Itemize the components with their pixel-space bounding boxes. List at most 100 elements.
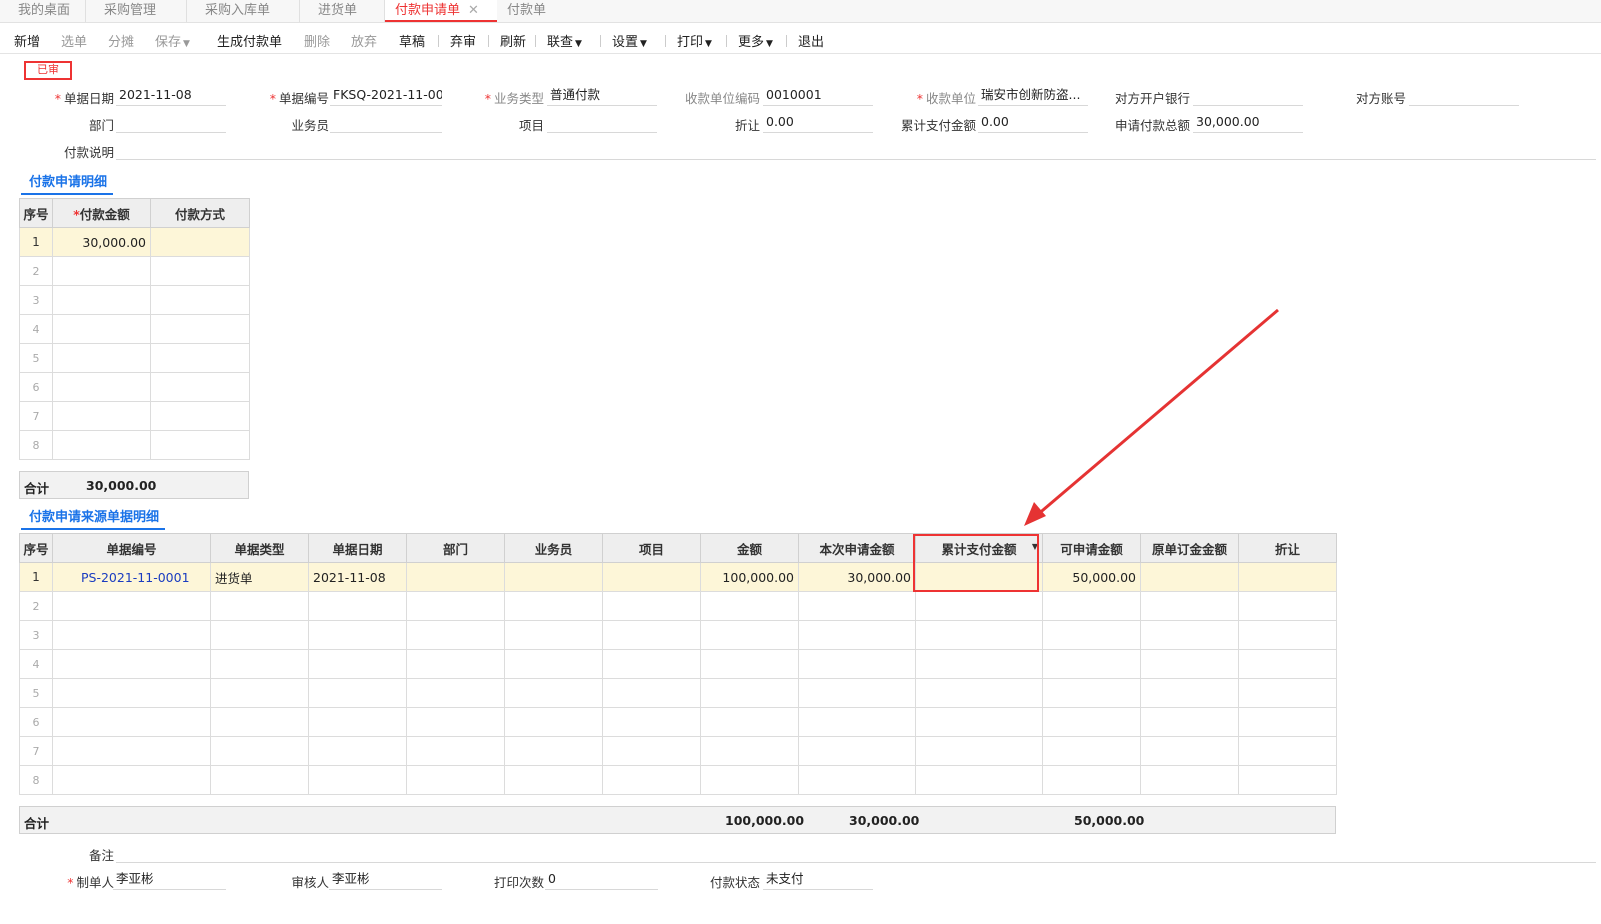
row-index: 5 [19, 343, 53, 373]
dept-field[interactable] [116, 113, 226, 133]
col-header-paid-total-label: 累计支付金额 [941, 541, 1017, 557]
apply-amount-cell[interactable]: 30,000.00 [798, 562, 916, 592]
col-header-paid-total[interactable]: 累计支付金额 ▼ [915, 533, 1043, 563]
toolbar-divider [535, 35, 536, 47]
row-index: 5 [19, 678, 53, 708]
doc-date-field[interactable]: 2021-11-08 [116, 86, 226, 106]
table-row[interactable]: 7 [19, 736, 1337, 766]
pay-method-cell[interactable] [150, 343, 250, 373]
refresh-button[interactable]: 刷新 [500, 31, 526, 50]
table-row[interactable]: 3 [19, 285, 250, 315]
generate-payment-button[interactable]: 生成付款单 [217, 31, 282, 50]
clerk-field[interactable] [330, 113, 442, 133]
desc-field[interactable] [116, 140, 1596, 160]
project-cell [602, 562, 701, 592]
close-icon[interactable]: ✕ [468, 3, 479, 18]
bank-field[interactable] [1193, 86, 1303, 106]
allocate-button[interactable]: 分摊 [108, 31, 134, 50]
table-row[interactable]: 6 [19, 372, 250, 402]
payee-field[interactable]: 瑞安市创新防盗... [978, 86, 1088, 106]
pay-amount-cell[interactable] [52, 372, 151, 402]
tab-purchase-mgmt[interactable]: 采购管理 [86, 0, 187, 22]
doc-type-cell: 进货单 [210, 562, 309, 592]
table-row[interactable]: 5 [19, 678, 1337, 708]
pay-amount-cell[interactable] [52, 401, 151, 431]
caret-down-icon[interactable]: ▼ [1032, 542, 1038, 551]
bank-label: 对方开户银行 [1114, 91, 1190, 106]
col-header-pay-method: 付款方式 [150, 198, 250, 228]
source-table: 序号 单据编号 单据类型 单据日期 部门 业务员 项目 金额 本次申请金额 累计… [19, 533, 1337, 795]
sum-label: 合计 [24, 481, 50, 496]
project-field[interactable] [547, 113, 657, 133]
col-header-pay-amount: *付款金额 [52, 198, 151, 228]
pay-amount-cell[interactable] [52, 285, 151, 315]
row-index: 2 [19, 256, 53, 286]
col-header-index: 序号 [19, 198, 53, 228]
discount-cell[interactable] [1238, 562, 1337, 592]
col-header-doc-type: 单据类型 [210, 533, 309, 563]
draft-button[interactable]: 草稿 [399, 31, 425, 50]
pay-method-cell[interactable] [150, 285, 250, 315]
unaudit-button[interactable]: 弃审 [450, 31, 476, 50]
pay-amount-cell[interactable] [52, 256, 151, 286]
apply-total-label: 申请付款总额 [1114, 118, 1190, 133]
chevron-down-icon: ▼ [766, 39, 773, 49]
pay-method-cell[interactable] [150, 314, 250, 344]
pay-method-cell[interactable] [150, 256, 250, 286]
table-row[interactable]: 5 [19, 343, 250, 373]
pay-method-cell[interactable] [150, 372, 250, 402]
table-row[interactable]: 6 [19, 707, 1337, 737]
pay-amount-cell[interactable] [52, 430, 151, 460]
table-row[interactable]: 1 30,000.00 [19, 227, 250, 257]
doc-no-field[interactable]: FKSQ-2021-11-00... [330, 86, 442, 106]
table-row[interactable]: 2 [19, 256, 250, 286]
section-tab-detail[interactable]: 付款申请明细 [21, 171, 114, 195]
select-doc-button[interactable]: 选单 [61, 31, 87, 50]
biz-type-select[interactable]: 普通付款 [547, 86, 657, 106]
toolbar-divider [488, 35, 489, 47]
section-tab-source[interactable]: 付款申请来源单据明细 [21, 506, 166, 530]
tab-purchase-order[interactable]: 进货单 [300, 0, 385, 22]
table-row[interactable]: 2 [19, 591, 1337, 621]
print-button[interactable]: 打印 ▼ [677, 31, 712, 50]
payee-code-field[interactable]: 0010001 [763, 86, 873, 106]
settings-button[interactable]: 设置 ▼ [612, 31, 647, 50]
discount-field[interactable]: 0.00 [763, 113, 873, 133]
table-row[interactable]: 8 [19, 430, 250, 460]
table-row[interactable]: 3 [19, 620, 1337, 650]
paid-total-label: 累计支付金额 [900, 118, 976, 133]
chevron-down-icon: ▼ [640, 39, 647, 49]
more-button[interactable]: 更多 ▼ [738, 31, 773, 50]
pay-amount-cell[interactable] [52, 314, 151, 344]
pay-method-cell[interactable] [150, 401, 250, 431]
delete-button[interactable]: 删除 [304, 31, 330, 50]
table-row[interactable]: 1 PS-2021-11-0001 进货单 2021-11-08 100,000… [19, 562, 1337, 592]
pay-status-field: 未支付 [763, 870, 873, 890]
doc-no-link[interactable]: PS-2021-11-0001 [52, 562, 211, 592]
save-button[interactable]: 保存 ▼ [155, 31, 190, 50]
remark-field[interactable] [116, 843, 1596, 863]
pay-amount-cell[interactable] [52, 343, 151, 373]
table-row[interactable]: 4 [19, 314, 250, 344]
table-row[interactable]: 7 [19, 401, 250, 431]
table-row[interactable]: 4 [19, 649, 1337, 679]
exit-button[interactable]: 退出 [798, 31, 824, 50]
maker-field: 李亚彬 [113, 870, 226, 890]
tab-purchase-receipt[interactable]: 采购入库单 [187, 0, 300, 22]
col-header-deposit: 原单订金金额 [1140, 533, 1239, 563]
chevron-down-icon: ▼ [575, 39, 582, 49]
tab-desktop[interactable]: 我的桌面 [0, 0, 86, 22]
tab-payment[interactable]: 付款单 [497, 0, 577, 22]
pay-method-cell[interactable] [150, 430, 250, 460]
link-query-button[interactable]: 联查 ▼ [547, 31, 582, 50]
pay-amount-cell[interactable]: 30,000.00 [52, 227, 151, 257]
pay-method-cell[interactable] [150, 227, 250, 257]
new-button[interactable]: 新增 [14, 31, 40, 50]
account-field[interactable] [1409, 86, 1519, 106]
tab-payment-request[interactable]: 付款申请单 ✕ [385, 0, 497, 22]
clerk-cell [504, 562, 603, 592]
doc-no-label: * 单据编号 [269, 91, 329, 106]
discard-button[interactable]: 放弃 [351, 31, 377, 50]
table-row[interactable]: 8 [19, 765, 1337, 795]
available-cell: 50,000.00 [1042, 562, 1141, 592]
